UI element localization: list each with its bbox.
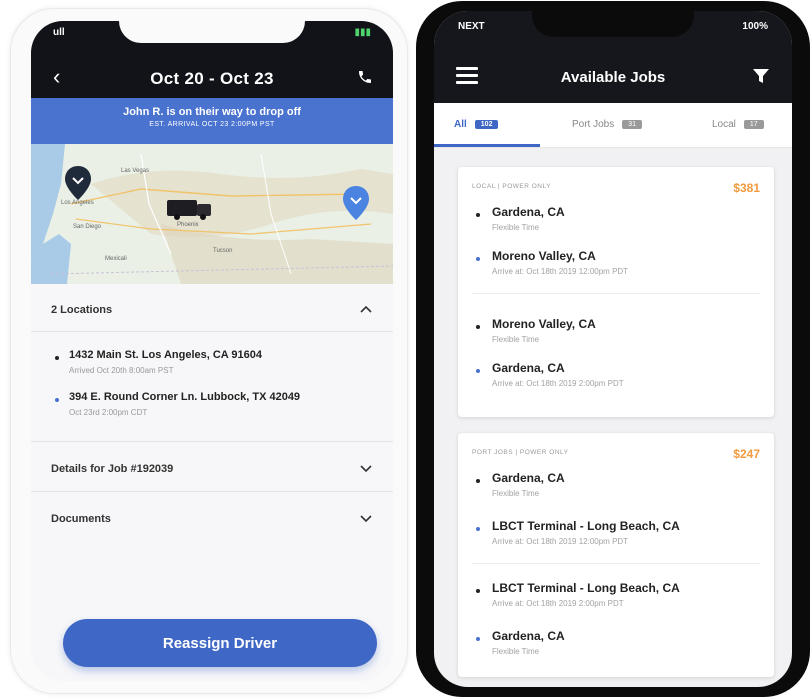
tab-count-badge: 31: [622, 120, 643, 129]
phone-call-icon[interactable]: [357, 69, 373, 85]
right-phone-frame: NEXT 100% Available Jobs All 102 Port Job…: [416, 1, 810, 697]
job-card[interactable]: PORT JOBS | POWER ONLY $247 Gardena, CA …: [458, 433, 774, 677]
stop-time: Arrive at: Oct 18th 2019 2:00pm PDT: [492, 599, 624, 608]
tab-port-jobs[interactable]: Port Jobs 31: [572, 119, 643, 130]
chevron-up-icon[interactable]: [359, 302, 373, 316]
location-time: Arrived Oct 20th 8:00am PST: [69, 366, 174, 375]
destination-pin-icon[interactable]: [343, 186, 369, 220]
job-detail-screen: ull ▮▮▮ ‹ Oct 20 - Oct 23 John R. is on …: [31, 21, 393, 681]
map-city-label: Los Angeles: [61, 200, 94, 206]
divider: [472, 563, 760, 564]
tab-label: Local: [712, 119, 736, 130]
chevron-down-icon[interactable]: [359, 461, 373, 475]
phone-notch: [119, 21, 305, 43]
job-tabs: All 102 Port Jobs 31 Local 17: [434, 103, 792, 148]
tab-label: All: [454, 119, 467, 130]
map-city-label: Las Vegas: [121, 168, 150, 174]
stop-time: Arrive at: Oct 18th 2019 2:00pm PDT: [492, 379, 624, 388]
job-type-tag: PORT JOBS | POWER ONLY: [472, 449, 569, 456]
stop-time: Flexible Time: [492, 647, 540, 656]
stop-time: Flexible Time: [492, 489, 540, 498]
location-address: 394 E. Round Corner Ln. Lubbock, TX 4204…: [69, 391, 301, 403]
available-jobs-screen: NEXT 100% Available Jobs All 102 Port Job…: [434, 11, 792, 687]
stop-city: Moreno Valley, CA: [492, 249, 596, 263]
stop-city: Gardena, CA: [492, 471, 565, 485]
job-type-tag: LOCAL | POWER ONLY: [472, 183, 551, 190]
location-address: 1432 Main St. Los Angeles, CA 91604: [69, 349, 262, 361]
divider: [31, 331, 393, 332]
tab-all[interactable]: All 102: [454, 119, 499, 130]
stop-time: Flexible Time: [492, 335, 540, 344]
stop-city: Gardena, CA: [492, 629, 565, 643]
job-price: $381: [733, 181, 760, 195]
tab-label: Port Jobs: [572, 119, 615, 130]
date-range-title: Oct 20 - Oct 23: [150, 69, 274, 88]
phone-notch: [532, 11, 694, 37]
stop-dot: [476, 637, 480, 641]
filter-icon[interactable]: [752, 67, 770, 85]
truck-icon[interactable]: [167, 196, 213, 220]
divider: [472, 293, 760, 294]
location-dot: [55, 356, 59, 360]
battery-icon: ▮▮▮: [354, 27, 371, 38]
stop-city: Gardena, CA: [492, 205, 565, 219]
stop-dot: [476, 527, 480, 531]
available-jobs-header: NEXT 100% Available Jobs: [434, 11, 792, 103]
signal-status: ull: [53, 27, 65, 38]
left-phone-frame: ull ▮▮▮ ‹ Oct 20 - Oct 23 John R. is on …: [10, 8, 408, 694]
locations-section-title: 2 Locations: [51, 304, 113, 316]
stop-city: Moreno Valley, CA: [492, 317, 596, 331]
divider: [31, 491, 393, 492]
map-city-label: Phoenix: [177, 222, 199, 228]
stop-time: Arrive at: Oct 18th 2019 12:00pm PDT: [492, 267, 629, 276]
stop-dot: [476, 479, 480, 483]
available-jobs-title: Available Jobs: [560, 69, 666, 86]
tab-local[interactable]: Local 17: [712, 119, 764, 130]
stop-city: Gardena, CA: [492, 361, 565, 375]
route-map[interactable]: Las Vegas Los Angeles San Diego Phoenix …: [31, 144, 393, 284]
job-card[interactable]: LOCAL | POWER ONLY $381 Gardena, CA Flex…: [458, 167, 774, 417]
stop-dot: [476, 213, 480, 217]
stop-city: LBCT Terminal - Long Beach, CA: [492, 581, 680, 595]
origin-pin-icon[interactable]: [65, 166, 91, 200]
active-tab-indicator: [434, 144, 540, 147]
job-price: $247: [733, 447, 760, 461]
tab-count-badge: 17: [743, 120, 764, 129]
stop-time: Arrive at: Oct 18th 2019 12:00pm PDT: [492, 537, 629, 546]
driver-status-message: John R. is on their way to drop off: [123, 106, 301, 118]
location-time: Oct 23rd 2:00pm CDT: [69, 408, 148, 417]
carrier-status: NEXT: [458, 21, 485, 32]
job-detail-header: ull ▮▮▮ ‹ Oct 20 - Oct 23: [31, 21, 393, 98]
divider: [31, 441, 393, 442]
battery-status: 100%: [742, 21, 768, 32]
stop-dot: [476, 325, 480, 329]
reassign-driver-button[interactable]: Reassign Driver: [63, 619, 377, 667]
chevron-down-icon[interactable]: [359, 511, 373, 525]
map-city-label: Mexicali: [105, 256, 127, 262]
location-dot: [55, 398, 59, 402]
driver-status-banner: John R. is on their way to drop off EST.…: [31, 98, 393, 144]
stop-city: LBCT Terminal - Long Beach, CA: [492, 519, 680, 533]
estimated-arrival: EST. ARRIVAL OCT 23 2:00PM PST: [149, 121, 275, 128]
map-city-label: San Diego: [73, 224, 102, 230]
job-details-section-title[interactable]: Details for Job #192039: [51, 463, 173, 475]
map-city-label: Tucson: [213, 248, 233, 254]
documents-section-title[interactable]: Documents: [51, 513, 111, 525]
stop-time: Flexible Time: [492, 223, 540, 232]
stop-dot: [476, 257, 480, 261]
stop-dot: [476, 589, 480, 593]
tab-count-badge: 102: [474, 120, 499, 129]
stop-dot: [476, 369, 480, 373]
